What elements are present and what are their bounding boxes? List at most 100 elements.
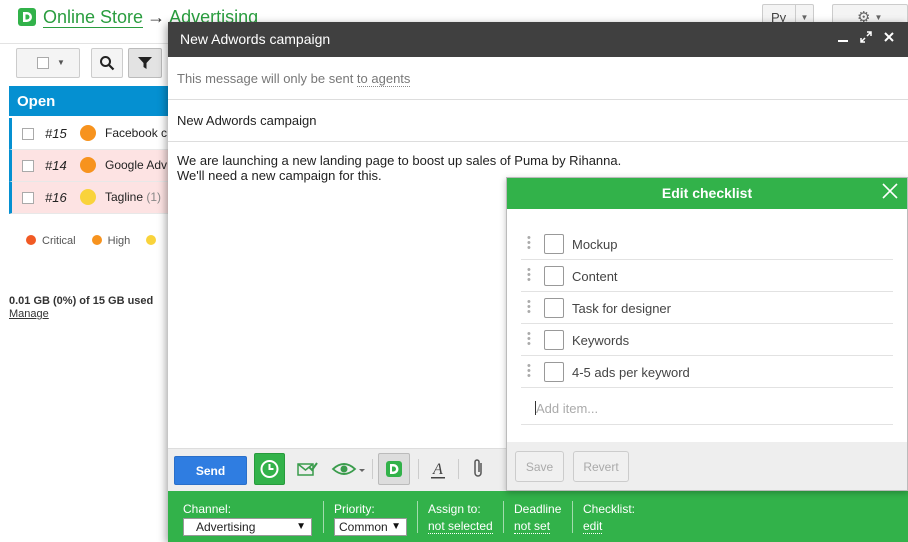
priority-dot-icon — [80, 157, 96, 173]
checklist-item: • • • Content — [521, 260, 893, 292]
priority-dot-icon — [80, 189, 96, 205]
deadline-link[interactable]: not set — [514, 519, 551, 534]
add-item-input[interactable]: Add item... — [521, 392, 893, 425]
expand-icon[interactable] — [858, 30, 874, 46]
select-all-checkbox[interactable] — [37, 57, 49, 69]
checklist-edit-link[interactable]: edit — [583, 519, 603, 534]
ticket-number: #15 — [45, 126, 67, 141]
recipient-link[interactable]: to agents — [356, 71, 411, 87]
manage-link[interactable]: Manage — [9, 308, 49, 320]
legend-label: High — [107, 235, 131, 247]
brand-button[interactable] — [378, 453, 410, 485]
checklist-item-checkbox[interactable] — [544, 330, 564, 350]
ticket-reply-count: (1) — [146, 190, 162, 204]
filter-button[interactable] — [128, 48, 162, 78]
ticket-title: Google Adv — [105, 158, 167, 172]
add-item-placeholder: Add item... — [536, 401, 599, 416]
breadcrumb-store-link[interactable]: Online Store — [43, 7, 144, 28]
legend-item — [146, 235, 162, 247]
priority-select[interactable]: Common ▼ — [334, 518, 407, 536]
search-button[interactable] — [91, 48, 123, 78]
ticket-checkbox[interactable] — [22, 160, 34, 172]
close-icon[interactable] — [881, 30, 897, 46]
open-tickets-header: Open — [9, 86, 168, 116]
assign-label: Assign to: — [428, 502, 481, 516]
svg-text:A: A — [432, 461, 443, 478]
assign-link[interactable]: not selected — [428, 519, 493, 534]
divider — [417, 501, 418, 533]
drag-handle-icon[interactable]: • • • — [527, 297, 531, 318]
ticket-row[interactable]: #14 Google Adv — [9, 150, 168, 182]
chevron-down-icon: ▼ — [874, 13, 883, 22]
chevron-down-icon: ▼ — [296, 521, 306, 532]
ticket-row[interactable]: #16 Tagline (1) — [9, 182, 168, 214]
divider — [572, 501, 573, 533]
deadline-label: Deadline — [514, 502, 562, 516]
checklist-item-label[interactable]: Mockup — [572, 237, 618, 252]
ticket-row[interactable]: #15 Facebook c — [9, 118, 168, 150]
body-line: We are launching a new landing page to b… — [177, 153, 622, 168]
edit-checklist-panel: Edit checklist • • • Mockup • • • Content • • • Tas… — [506, 177, 908, 491]
ticket-title-text: Facebook c — [105, 126, 168, 140]
checklist-item-label[interactable]: 4-5 ads per keyword — [572, 365, 690, 380]
notice-text: This message will only be sent — [177, 71, 357, 86]
checklist-item: • • • 4-5 ads per keyword — [521, 356, 893, 388]
checklist-item-checkbox[interactable] — [544, 298, 564, 318]
ticket-number: #16 — [45, 190, 67, 205]
checklist-item: • • • Mockup — [521, 228, 893, 260]
attachment-icon[interactable] — [471, 457, 487, 481]
drag-handle-icon[interactable]: • • • — [527, 233, 531, 254]
search-icon — [100, 56, 115, 71]
channel-select[interactable]: Advertising ▼ — [183, 518, 312, 536]
ticket-title: Tagline (1) — [105, 190, 161, 204]
checklist-item: • • • Keywords — [521, 324, 893, 356]
priority-value: Common — [339, 520, 388, 534]
checklist-title: Edit checklist — [661, 185, 753, 201]
visibility-icon[interactable] — [331, 457, 367, 481]
toolbar-divider — [418, 459, 419, 479]
close-icon[interactable] — [881, 182, 899, 206]
toolbar-divider — [372, 459, 373, 479]
checklist-item-label[interactable]: Content — [572, 269, 618, 284]
mail-check-icon[interactable] — [296, 457, 318, 481]
ticket-title-text: Tagline — [105, 190, 144, 204]
filter-icon — [138, 57, 152, 69]
app-logo-icon — [386, 461, 402, 477]
save-button[interactable]: Save — [515, 451, 564, 482]
ticket-checkbox[interactable] — [22, 128, 34, 140]
select-all-dropdown[interactable]: ▼ — [16, 48, 80, 78]
checklist-label: Checklist: — [583, 502, 636, 516]
subject-field[interactable]: New Adwords campaign — [168, 100, 908, 142]
priority-dot-icon — [146, 235, 157, 245]
checklist-item-label[interactable]: Task for designer — [572, 301, 671, 316]
revert-button[interactable]: Revert — [573, 451, 629, 482]
breadcrumb-arrow: → — [147, 7, 166, 27]
legend-label: Critical — [42, 235, 76, 247]
priority-dot-icon — [80, 125, 96, 141]
checklist-item-label[interactable]: Keywords — [572, 333, 629, 348]
checklist-item-checkbox[interactable] — [544, 362, 564, 382]
drag-handle-icon[interactable]: • • • — [527, 361, 531, 382]
priority-dot-icon — [26, 235, 36, 245]
legend-item: Critical — [26, 235, 76, 247]
ticket-title-text: Google Adv — [105, 158, 168, 172]
priority-legend: Critical High — [26, 235, 178, 247]
compose-title: New Adwords campaign — [180, 31, 331, 47]
compose-titlebar: New Adwords campaign — [168, 22, 908, 57]
send-button[interactable]: Send — [174, 456, 247, 485]
schedule-button[interactable] — [254, 453, 285, 485]
clock-icon — [260, 460, 279, 478]
toolbar-divider — [458, 459, 459, 479]
checklist-item: • • • Task for designer — [521, 292, 893, 324]
priority-dot-icon — [91, 235, 102, 245]
checklist-item-checkbox[interactable] — [544, 234, 564, 254]
drag-handle-icon[interactable]: • • • — [527, 265, 531, 286]
divider — [503, 501, 504, 533]
ticket-checkbox[interactable] — [22, 192, 34, 204]
recipient-notice: This message will only be sent to agents — [168, 57, 908, 100]
text-format-icon[interactable]: A — [429, 457, 447, 481]
minimize-icon[interactable] — [835, 30, 851, 46]
drag-handle-icon[interactable]: • • • — [527, 329, 531, 350]
channel-label: Channel: — [183, 502, 232, 516]
checklist-item-checkbox[interactable] — [544, 266, 564, 286]
